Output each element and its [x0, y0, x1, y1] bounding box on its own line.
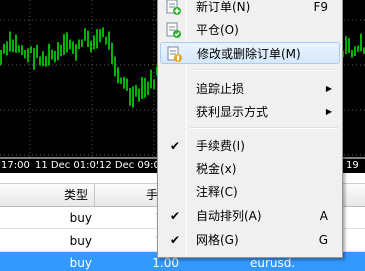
column-header-type[interactable]: 类型	[0, 184, 95, 206]
menu-item-auto-arrange[interactable]: ✔ 自动排列(A) A	[160, 205, 340, 227]
menu-item-profit-display[interactable]: 获利显示方式 ▶	[160, 101, 340, 123]
cell-type: buy	[69, 256, 92, 270]
time-axis-label: 19	[345, 160, 360, 172]
cell-type: buy	[69, 211, 92, 225]
new-order-icon	[165, 0, 181, 15]
menu-item-comments[interactable]: 注释(C)	[160, 181, 340, 203]
cell-type: buy	[69, 234, 92, 248]
checkmark-icon: ✔	[170, 139, 181, 153]
menu-item-modify-order[interactable]: 修改或删除订单(M)	[160, 42, 340, 64]
submenu-arrow-icon: ▶	[325, 107, 332, 116]
submenu-arrow-icon: ▶	[325, 84, 332, 93]
cell-lots: 1	[95, 207, 163, 229]
close-position-icon	[165, 22, 181, 38]
time-axis-label: 17:00	[0, 160, 31, 172]
menu-item-trailing-stop[interactable]: 追踪止损 ▶	[160, 78, 340, 100]
column-header-lots[interactable]: 手	[95, 184, 165, 206]
modify-order-icon	[166, 46, 182, 62]
menu-separator	[190, 69, 338, 71]
time-axis-label: 11 Dec 01:05	[34, 160, 104, 172]
menu-item-new-order[interactable]: 新订单(N) F9	[160, 0, 340, 18]
menu-separator	[190, 127, 338, 129]
menu-item-close-position[interactable]: 平仓(O)	[160, 19, 340, 41]
cell-lots: 1	[95, 230, 163, 252]
checkmark-icon: ✔	[170, 233, 181, 247]
menu-item-grid[interactable]: ✔ 网格(G) G	[160, 229, 340, 251]
menu-item-commission[interactable]: ✔ 手续费(I)	[160, 135, 340, 157]
checkmark-icon: ✔	[170, 209, 181, 223]
menu-item-taxes[interactable]: 税金(x)	[160, 158, 340, 180]
context-menu: 新订单(N) F9 平仓(O) 修改或删除订单(M) 追踪止损 ▶ 获利显示方式…	[157, 0, 343, 258]
